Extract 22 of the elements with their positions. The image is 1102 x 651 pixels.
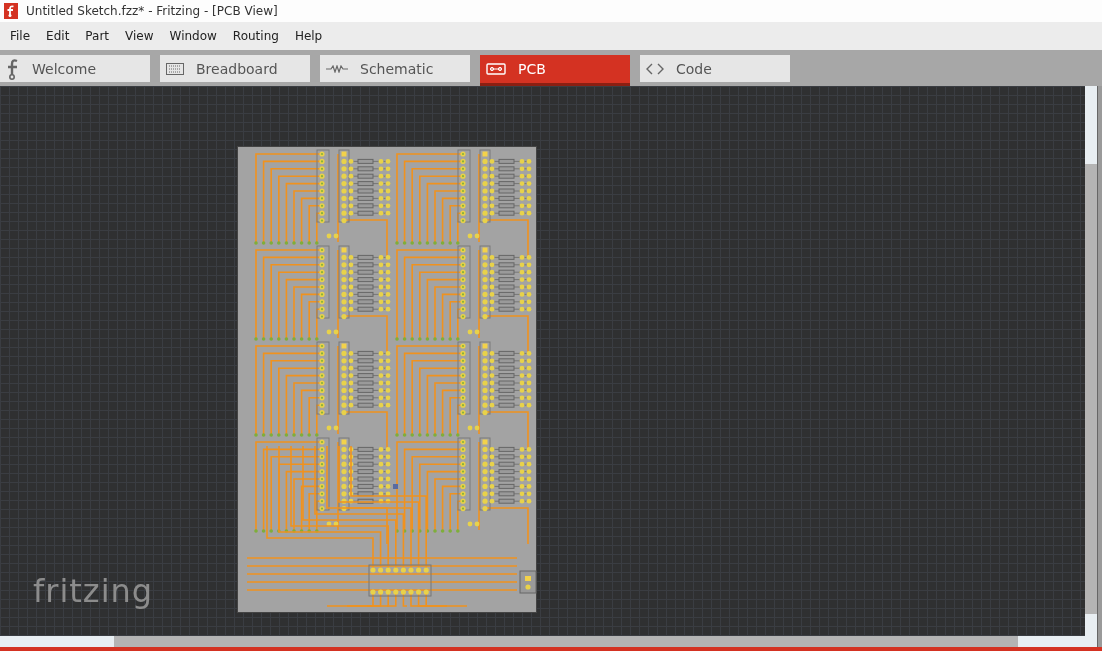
breadboard-icon bbox=[166, 62, 184, 75]
horizontal-scrollbar[interactable] bbox=[0, 636, 1097, 647]
menu-item[interactable]: Edit bbox=[38, 29, 78, 43]
view-tab[interactable]: Breadboard bbox=[160, 55, 310, 82]
menu-item[interactable]: View bbox=[117, 29, 162, 43]
menu-item[interactable]: Help bbox=[286, 29, 331, 43]
fritzing-f-icon bbox=[6, 57, 20, 80]
menu-item[interactable]: Window bbox=[161, 29, 225, 43]
view-tab[interactable]: Welcome bbox=[0, 55, 150, 82]
pcb-icon bbox=[486, 63, 506, 75]
menu-item[interactable]: Routing bbox=[224, 29, 287, 43]
code-icon bbox=[646, 62, 664, 75]
vertical-scrollbar[interactable] bbox=[1085, 86, 1097, 636]
menu-item[interactable]: Part bbox=[77, 29, 118, 43]
view-tab[interactable]: Schematic bbox=[320, 55, 470, 82]
resistor-icon bbox=[326, 64, 348, 73]
window-title: Untitled Sketch.fzz* - Fritzing - [PCB View] bbox=[26, 4, 278, 18]
menu-item[interactable]: File bbox=[2, 29, 39, 43]
view-tab[interactable]: PCB bbox=[480, 55, 630, 86]
fritzing-logo: fritzing bbox=[33, 572, 154, 610]
app-logo-icon bbox=[4, 3, 18, 19]
view-tab[interactable]: Code bbox=[640, 55, 790, 82]
